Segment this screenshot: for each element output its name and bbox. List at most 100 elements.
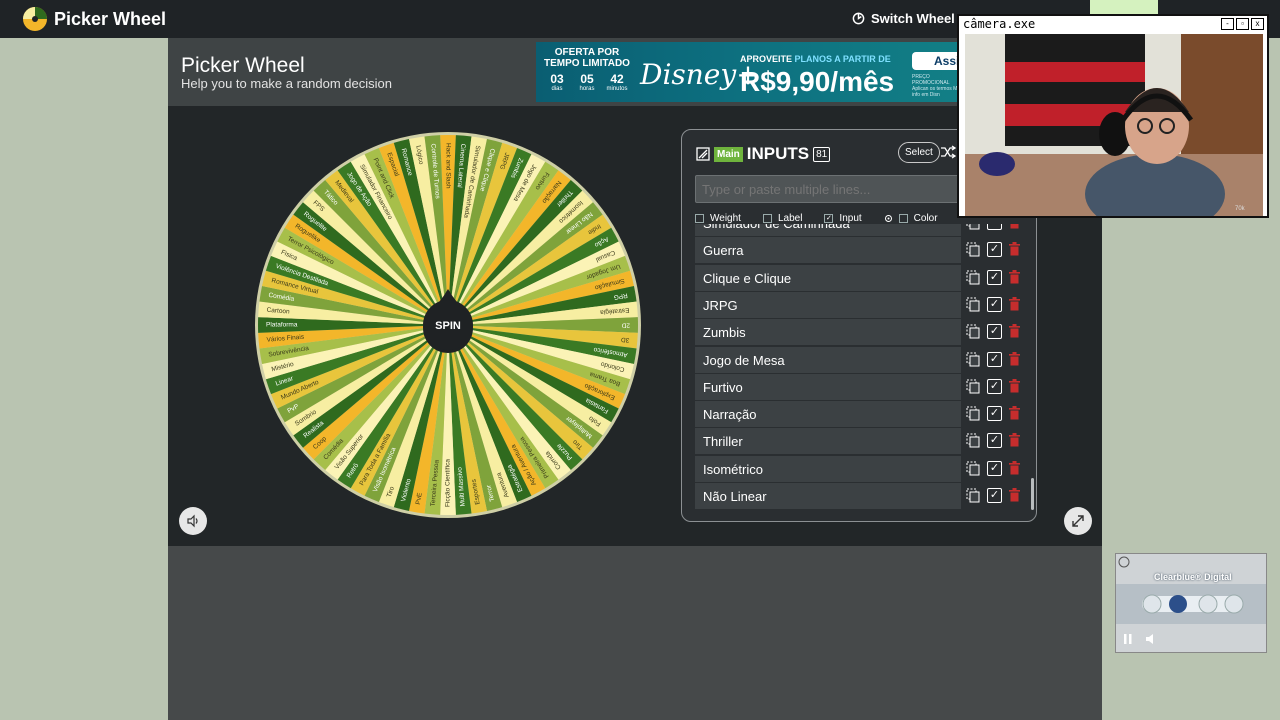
- trash-icon[interactable]: [1009, 406, 1020, 420]
- wheel-segment-label: Ficção Científica: [445, 459, 452, 507]
- label-checkbox[interactable]: [762, 213, 772, 223]
- copy-icon[interactable]: [966, 461, 980, 476]
- copy-icon[interactable]: [966, 324, 980, 339]
- entry-checkbox[interactable]: ✓: [987, 224, 1002, 230]
- entry-checkbox[interactable]: ✓: [987, 406, 1002, 422]
- entry-checkbox[interactable]: ✓: [987, 324, 1002, 340]
- ad-minutes: 42: [610, 72, 624, 86]
- fullscreen-button[interactable]: [1064, 507, 1092, 535]
- wheel-segment-label: Plataforma: [266, 322, 298, 329]
- color-checkbox[interactable]: [898, 213, 908, 223]
- camera-window[interactable]: câmera.exe - ▫ x 70k: [957, 14, 1269, 218]
- entry-row: Furtivo ✓: [695, 373, 1033, 400]
- trash-icon[interactable]: [1009, 269, 1020, 284]
- entry-checkbox[interactable]: ✓: [987, 460, 1002, 476]
- input-checkbox[interactable]: ✓: [824, 213, 834, 223]
- entry-checkbox[interactable]: ✓: [987, 351, 1002, 367]
- trash-icon[interactable]: [1009, 296, 1020, 311]
- entry-text[interactable]: Clique e Clique: [695, 264, 961, 291]
- entry-checkbox[interactable]: ✓: [987, 242, 1002, 258]
- webcam-feed: 70k: [965, 34, 1263, 216]
- pause-icon[interactable]: [1124, 634, 1127, 644]
- trash-icon[interactable]: [1009, 378, 1020, 393]
- copy-icon[interactable]: [966, 242, 980, 257]
- entry-text[interactable]: Não Linear: [695, 483, 961, 509]
- entry-row: Jogo de Mesa ✓: [695, 346, 1033, 373]
- entry-text[interactable]: Furtivo: [695, 373, 961, 400]
- ad-hours-label: horas: [579, 86, 595, 92]
- entry-checkbox[interactable]: ✓: [987, 296, 1002, 312]
- switch-wheel-label: Switch Wheel: [871, 11, 955, 26]
- wheel-segment-label: 3D: [621, 336, 630, 344]
- ad-days-label: dias: [551, 86, 563, 92]
- entries-list: Simulador de Caminhada✓Guerra✓Clique e C…: [695, 224, 1033, 512]
- entry-text[interactable]: Guerra: [695, 237, 961, 264]
- copy-icon[interactable]: [966, 352, 980, 367]
- entry-checkbox[interactable]: ✓: [987, 269, 1002, 285]
- entry-row: Clique e Clique ✓: [695, 264, 1033, 291]
- picker-wheel-logo-icon: [23, 7, 47, 31]
- entry-text[interactable]: JRPG: [695, 291, 961, 318]
- ad-aproveite-accent: PLANOS A PARTIR DE: [794, 54, 891, 64]
- copy-icon[interactable]: [966, 297, 980, 312]
- webcam-image: 70k: [965, 34, 1263, 216]
- weight-checkbox[interactable]: [695, 213, 704, 223]
- entry-checkbox[interactable]: ✓: [987, 378, 1002, 394]
- option-weight[interactable]: Weight: [695, 213, 741, 224]
- copy-icon[interactable]: [966, 433, 980, 448]
- picker-wheel[interactable]: Hack and Slash Cinema LateralSimulador de…: [253, 130, 643, 520]
- ad-aproveite: APROVEITE PLANOS A PARTIR DE: [740, 54, 891, 64]
- ad-countdown: 03 dias 05 horas 42 minutos: [544, 72, 630, 92]
- copy-icon[interactable]: [966, 270, 980, 285]
- page-subtitle: Help you to make a random decision: [181, 76, 393, 91]
- copy-icon[interactable]: [966, 224, 980, 230]
- ad-aproveite-text: APROVEITE: [740, 54, 793, 64]
- close-button[interactable]: x: [1251, 18, 1264, 30]
- trash-icon[interactable]: [1009, 460, 1020, 475]
- entry-text[interactable]: Zumbis: [695, 319, 961, 346]
- shuffle-icon[interactable]: [940, 145, 956, 159]
- minimize-button[interactable]: -: [1221, 18, 1234, 30]
- page-title: Picker Wheel: [181, 54, 305, 77]
- entry-text[interactable]: Simulador de Caminhada: [695, 224, 961, 236]
- entry-text[interactable]: Jogo de Mesa: [695, 346, 961, 373]
- entry-text[interactable]: Narração: [695, 401, 961, 428]
- copy-icon[interactable]: [966, 379, 980, 394]
- option-input[interactable]: ✓ Input: [824, 212, 862, 224]
- wheel-segment-label: Hack and Slash: [444, 143, 451, 189]
- trash-icon[interactable]: [1009, 324, 1020, 338]
- camera-window-controls: - ▫ x: [1221, 18, 1264, 30]
- spin-label[interactable]: SPIN: [435, 320, 461, 332]
- option-color[interactable]: Color: [884, 213, 938, 224]
- main-tab[interactable]: Main: [714, 146, 743, 162]
- select-button[interactable]: Select: [898, 142, 940, 163]
- entry-text[interactable]: Thriller: [695, 428, 961, 455]
- sound-toggle-button[interactable]: [179, 507, 207, 535]
- maximize-button[interactable]: ▫: [1236, 18, 1249, 30]
- wheel-segment-label: 2D: [621, 321, 630, 328]
- entry-checkbox[interactable]: ✓: [987, 433, 1002, 449]
- camera-window-title: câmera.exe: [963, 17, 1036, 31]
- trash-icon[interactable]: [1009, 224, 1020, 229]
- option-label[interactable]: Label: [762, 213, 802, 224]
- trash-icon[interactable]: [1009, 242, 1020, 256]
- switch-wheel-button[interactable]: Switch Wheel: [852, 11, 955, 26]
- switch-icon: [852, 12, 865, 25]
- disney-ad-banner[interactable]: OFERTA POR TEMPO LIMITADO 03 dias 05 horas…: [536, 42, 964, 102]
- top-bar-highlight: [1090, 0, 1158, 14]
- ad-price: R$9,90/mês: [740, 66, 895, 97]
- copy-icon[interactable]: [966, 406, 980, 421]
- entries-scrollbar[interactable]: [1031, 478, 1034, 510]
- copy-icon[interactable]: [966, 488, 980, 503]
- trash-icon[interactable]: [1009, 433, 1020, 447]
- input-label: Input: [839, 212, 862, 224]
- camera-timestamp: 70k: [1235, 206, 1246, 212]
- video-ad-title: Clearblue® Digital: [1154, 572, 1232, 582]
- trash-icon[interactable]: [1009, 351, 1020, 366]
- app-logo[interactable]: Picker Wheel: [22, 6, 166, 32]
- video-ad[interactable]: Clearblue® Digital: [1115, 553, 1267, 653]
- speaker-icon: [187, 514, 198, 528]
- entry-text[interactable]: Isométrico: [695, 455, 961, 482]
- entry-checkbox[interactable]: ✓: [987, 488, 1002, 503]
- trash-icon[interactable]: [1009, 488, 1020, 502]
